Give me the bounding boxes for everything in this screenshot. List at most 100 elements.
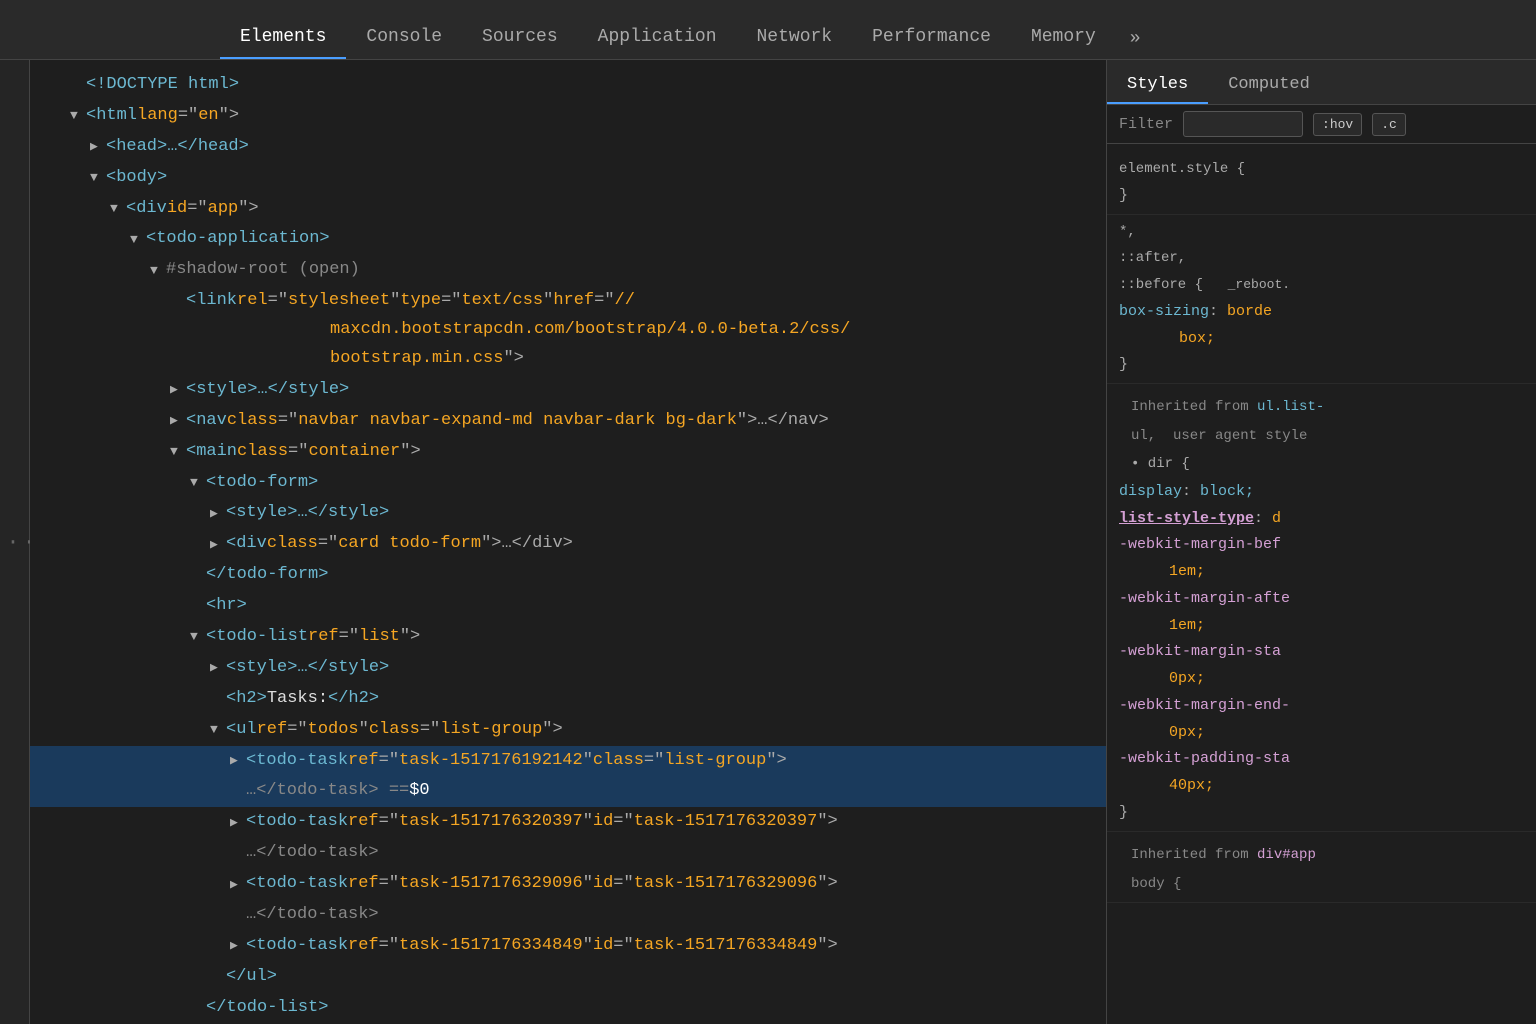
- todo-task-4-line: <todo-task ref="task-1517176334849" id="…: [30, 931, 1106, 962]
- task3-triangle[interactable]: [230, 874, 244, 896]
- todo-task-2-line: <todo-task ref="task-1517176320397" id="…: [30, 807, 1106, 838]
- box-sizing-prop: box-sizing: borde: [1119, 299, 1524, 326]
- shadow-root-line: #shadow-root (open): [30, 255, 1106, 286]
- hr-text: <hr>: [206, 592, 247, 621]
- task1-selected-line: …</todo-task> == $0: [30, 776, 1106, 807]
- webkit-margin-end-prop: -webkit-margin-end-: [1119, 693, 1524, 720]
- tab-computed[interactable]: Computed: [1208, 69, 1330, 104]
- tab-performance[interactable]: Performance: [852, 19, 1011, 59]
- menu-selector: • dir {: [1119, 450, 1524, 479]
- filter-bar: Filter :hov .c: [1107, 105, 1536, 144]
- shadow-root-text: #shadow-root (open): [166, 256, 360, 285]
- todo-task-3-line: <todo-task ref="task-1517176329096" id="…: [30, 869, 1106, 900]
- tab-sources[interactable]: Sources: [462, 19, 578, 59]
- ul-close-line: </ul>: [30, 962, 1106, 993]
- html-triangle[interactable]: [70, 105, 84, 127]
- inherited-from-label: Inherited from ul.list-: [1119, 388, 1524, 423]
- ul-close: </ul>: [226, 963, 277, 992]
- task3-ellipsis: …</todo-task>: [246, 901, 379, 930]
- dot-button[interactable]: .c: [1372, 113, 1406, 136]
- style3-triangle[interactable]: [210, 657, 224, 679]
- todo-task-1-line[interactable]: <todo-task ref="task-1517176192142" clas…: [30, 746, 1106, 777]
- tab-application[interactable]: Application: [578, 19, 737, 59]
- style1-text: <style>…</style>: [186, 376, 349, 405]
- body-label: body {: [1119, 871, 1524, 898]
- display-property: display: [1119, 483, 1182, 500]
- nav-triangle[interactable]: [170, 410, 184, 432]
- task4-triangle[interactable]: [230, 935, 244, 957]
- filter-label: Filter: [1119, 116, 1173, 133]
- ul-open: <ul: [226, 716, 257, 745]
- element-style-selector: element.style {: [1119, 156, 1524, 183]
- hov-button[interactable]: :hov: [1313, 113, 1362, 136]
- webkit-margin-sta-prop: -webkit-margin-sta: [1119, 639, 1524, 666]
- box-val: box;: [1119, 326, 1524, 353]
- nav-open: <nav: [186, 407, 227, 436]
- webkit-margin-afte-val: 1em;: [1119, 613, 1524, 640]
- doctype-line: <!DOCTYPE html>: [30, 70, 1106, 101]
- todo-app-line: <todo-application>: [30, 224, 1106, 255]
- list-style-type-prop: list-style-type: d: [1119, 506, 1524, 533]
- style2-triangle[interactable]: [210, 503, 224, 525]
- universal-after: ::after,: [1119, 245, 1524, 272]
- shadow-triangle[interactable]: [150, 260, 164, 282]
- tab-elements[interactable]: Elements: [220, 19, 346, 59]
- ul-triangle[interactable]: [210, 719, 224, 741]
- style2-line: <style>…</style>: [30, 498, 1106, 529]
- head-line: <head>…</head>: [30, 132, 1106, 163]
- webkit-margin-bef-prop: -webkit-margin-bef: [1119, 532, 1524, 559]
- link-open: <link: [186, 287, 237, 316]
- html-panel[interactable]: <!DOCTYPE html> <html lang="en"> <head>……: [30, 60, 1106, 1024]
- filter-input[interactable]: [1183, 111, 1303, 137]
- tab-more[interactable]: »: [1116, 21, 1155, 59]
- inherited-ul-header: Inherited from ul.list- ul, user agent s…: [1107, 384, 1536, 832]
- tab-styles[interactable]: Styles: [1107, 69, 1208, 104]
- styles-tabs: Styles Computed: [1107, 60, 1536, 105]
- todo-list-triangle[interactable]: [190, 626, 204, 648]
- main-line: <main class="container">: [30, 437, 1106, 468]
- todo-app-triangle[interactable]: [130, 229, 144, 251]
- todo-form-close-line: </todo-form>: [30, 560, 1106, 591]
- ua-style-label: ul, user agent style: [1119, 423, 1524, 450]
- html-open: <html: [86, 102, 137, 131]
- universal-close: }: [1119, 352, 1524, 379]
- task1-open: <todo-task: [246, 747, 348, 776]
- webkit-margin-sta-val: 0px;: [1119, 666, 1524, 693]
- style1-line: <style>…</style>: [30, 375, 1106, 406]
- style1-triangle[interactable]: [170, 379, 184, 401]
- body-line: <body>: [30, 163, 1106, 194]
- head-triangle[interactable]: [90, 136, 104, 158]
- todo-list-open: <todo-list: [206, 623, 308, 652]
- div-card-line: <div class="card todo-form">…</div>: [30, 529, 1106, 560]
- main-open: <main: [186, 438, 237, 467]
- todo-app-text: <todo-application>: [146, 225, 330, 254]
- universal-before: ::before { _reboot.: [1119, 272, 1524, 299]
- todo-list-close: </todo-list>: [206, 994, 328, 1023]
- tab-memory[interactable]: Memory: [1011, 19, 1116, 59]
- webkit-margin-afte-prop: -webkit-margin-afte: [1119, 586, 1524, 613]
- dots-panel: ···: [0, 60, 30, 1024]
- main-area: ··· <!DOCTYPE html> <html lang="en"> <he…: [0, 60, 1536, 1024]
- tab-console[interactable]: Console: [346, 19, 462, 59]
- webkit-padding-sta-prop: -webkit-padding-sta: [1119, 746, 1524, 773]
- style2-text: <style>…</style>: [226, 499, 389, 528]
- task2-open: <todo-task: [246, 808, 348, 837]
- devtools-container: Elements Console Sources Application Net…: [0, 0, 1536, 1024]
- styles-content[interactable]: element.style { } *, ::after, ::befo: [1107, 144, 1536, 1024]
- task2-triangle[interactable]: [230, 812, 244, 834]
- main-triangle[interactable]: [170, 441, 184, 463]
- task4-open: <todo-task: [246, 932, 348, 961]
- todo-form-open: <todo-form>: [206, 469, 318, 498]
- div-card-triangle[interactable]: [210, 534, 224, 556]
- ul-line: <ul ref="todos" class="list-group">: [30, 715, 1106, 746]
- div-app-triangle[interactable]: [110, 198, 124, 220]
- element-style-close: }: [1119, 183, 1524, 210]
- display-prop: display: block;: [1119, 479, 1524, 506]
- universal-rule: *, ::after, ::before { _reboot. box-sizi…: [1107, 215, 1536, 385]
- tab-network[interactable]: Network: [737, 19, 853, 59]
- webkit-padding-sta-val: 40px;: [1119, 773, 1524, 800]
- todo-form-triangle[interactable]: [190, 472, 204, 494]
- task1-triangle[interactable]: [230, 750, 244, 772]
- body-triangle[interactable]: [90, 167, 104, 189]
- element-style-rule: element.style { }: [1107, 152, 1536, 215]
